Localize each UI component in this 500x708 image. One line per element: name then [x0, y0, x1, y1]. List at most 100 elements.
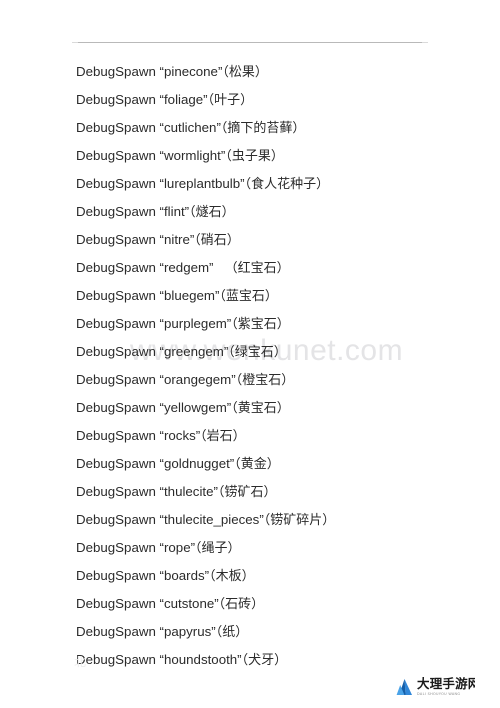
command-item-id: “houndstooth”: [159, 652, 242, 667]
command-item-gloss: （食人花种子）: [244, 177, 330, 192]
command-line: DebugSpawn “nitre”（硝石）: [76, 226, 476, 254]
command-keyword: DebugSpawn: [76, 596, 156, 611]
command-item-gloss: （石砖）: [218, 597, 265, 612]
command-item-id: “flint”: [159, 204, 190, 219]
command-keyword: DebugSpawn: [76, 120, 156, 135]
command-line: DebugSpawn “bluegem”（蓝宝石）: [76, 282, 476, 310]
command-item-gloss: （黄宝石）: [231, 401, 290, 416]
command-line: DebugSpawn “redgem” （红宝石）: [76, 254, 476, 282]
command-keyword: DebugSpawn: [76, 148, 156, 163]
command-item-id: “cutstone”: [159, 596, 219, 611]
command-item-gloss: （犬牙）: [241, 653, 288, 668]
command-item-gloss: （木板）: [209, 569, 255, 584]
command-item-id: “rocks”: [159, 428, 201, 443]
command-keyword: DebugSpawn: [76, 92, 156, 107]
command-line: DebugSpawn “goldnugget”（黄金）: [76, 450, 476, 478]
command-line: DebugSpawn “yellowgem”（黄宝石）: [76, 394, 476, 422]
badge-filler: [475, 674, 497, 700]
command-line: DebugSpawn “thulecite”（铹矿石）: [76, 478, 476, 506]
command-item-id: “wormlight”: [159, 148, 226, 163]
command-keyword: DebugSpawn: [76, 568, 156, 583]
command-line: DebugSpawn “orangegem”（橙宝石）: [76, 366, 476, 394]
command-line: DebugSpawn “houndstooth”（犬牙）: [76, 646, 476, 674]
command-keyword: DebugSpawn: [76, 232, 156, 247]
top-divider: [72, 42, 428, 43]
command-item-gloss: （紫宝石）: [231, 317, 290, 332]
command-keyword: DebugSpawn: [76, 456, 156, 471]
mountain-logo-icon: [396, 678, 413, 696]
command-line: DebugSpawn “thulecite_pieces”（铹矿碎片）: [76, 506, 476, 534]
command-item-gloss: （纸）: [215, 625, 249, 640]
command-keyword: DebugSpawn: [76, 484, 156, 499]
command-keyword: DebugSpawn: [76, 64, 156, 79]
command-line: DebugSpawn “lureplantbulb”（食人花种子）: [76, 170, 476, 198]
divider-left-cap: [72, 42, 78, 43]
command-item-id: “goldnugget”: [159, 456, 235, 471]
command-line: DebugSpawn “flint”（燧石）: [76, 198, 476, 226]
command-keyword: DebugSpawn: [76, 652, 156, 667]
command-item-id: “pinecone”: [159, 64, 223, 79]
command-item-gloss: （红宝石）: [224, 261, 290, 276]
divider-right-cap: [422, 42, 428, 43]
document-page: www.wenkunet.com DebugSpawn “pinecone”（松…: [0, 0, 500, 708]
command-item-id: “lureplantbulb”: [159, 176, 245, 191]
site-name: 大理手游网: [417, 676, 481, 692]
command-item-gloss: （绳子）: [195, 541, 241, 556]
site-name-pinyin: DALI SHOUYOU WANG: [417, 691, 461, 696]
site-badge[interactable]: 大理手游网 DALI SHOUYOU WANG: [393, 674, 497, 700]
command-keyword: DebugSpawn: [76, 372, 156, 387]
command-item-id: “purplegem”: [159, 316, 232, 331]
command-line: DebugSpawn “pinecone”（松果）: [76, 58, 476, 86]
command-keyword: DebugSpawn: [76, 176, 156, 191]
command-item-gloss: （蓝宝石）: [219, 289, 278, 304]
command-item-id: “thulecite_pieces”: [159, 512, 264, 527]
command-keyword: DebugSpawn: [76, 540, 156, 555]
command-line: DebugSpawn “purplegem”（紫宝石）: [76, 310, 476, 338]
command-item-id: “greengem”: [159, 344, 229, 359]
badge-text-group: 大理手游网 DALI SHOUYOU WANG: [417, 678, 481, 696]
command-item-gloss: （硝石）: [194, 233, 240, 248]
command-item-gloss: （叶子）: [207, 93, 254, 108]
command-line: DebugSpawn “papyrus”（纸）: [76, 618, 476, 646]
command-item-gloss: （铹矿碎片）: [263, 513, 336, 528]
command-item-id: “redgem”: [159, 260, 214, 275]
command-item-gloss: （松果）: [222, 65, 268, 80]
command-keyword: DebugSpawn: [76, 204, 156, 219]
command-item-id: “foliage”: [159, 92, 208, 107]
command-item-id: “rope”: [159, 540, 196, 555]
command-keyword: DebugSpawn: [76, 428, 156, 443]
command-item-id: “nitre”: [159, 232, 195, 247]
command-keyword: DebugSpawn: [76, 288, 156, 303]
command-item-gloss: （绿宝石）: [228, 345, 287, 360]
debugspawn-command-list: DebugSpawn “pinecone”（松果） DebugSpawn “fol…: [76, 58, 476, 674]
command-item-id: “bluegem”: [159, 288, 220, 303]
command-keyword: DebugSpawn: [76, 316, 156, 331]
command-keyword: DebugSpawn: [76, 400, 156, 415]
command-line: DebugSpawn “rocks”（岩石）: [76, 422, 476, 450]
command-item-gloss: （摘下的苔藓）: [220, 121, 306, 136]
command-item-gloss: （黄金）: [234, 457, 280, 472]
command-spacer: [214, 260, 225, 275]
command-keyword: DebugSpawn: [76, 624, 156, 639]
command-line: DebugSpawn “foliage”（叶子）: [76, 86, 476, 114]
command-item-gloss: （虫子果）: [225, 149, 284, 164]
command-line: DebugSpawn “rope”（绳子）: [76, 534, 476, 562]
command-item-id: “yellowgem”: [159, 400, 232, 415]
command-item-id: “boards”: [159, 568, 210, 583]
command-item-id: “papyrus”: [159, 624, 216, 639]
command-item-id: “thulecite”: [159, 484, 218, 499]
command-keyword: DebugSpawn: [76, 260, 156, 275]
command-item-gloss: （铹矿石）: [217, 485, 277, 500]
command-keyword: DebugSpawn: [76, 512, 156, 527]
command-item-gloss: （橙宝石）: [235, 373, 295, 388]
command-keyword: DebugSpawn: [76, 344, 156, 359]
command-line: DebugSpawn “cutstone”（石砖）: [76, 590, 476, 618]
command-item-gloss: （燧石）: [189, 205, 235, 220]
command-line: DebugSpawn “cutlichen”（摘下的苔藓）: [76, 114, 476, 142]
command-item-id: “cutlichen”: [159, 120, 221, 135]
corner-mark: 北: [74, 655, 87, 669]
command-line: DebugSpawn “greengem”（绿宝石）: [76, 338, 476, 366]
command-line: DebugSpawn “wormlight”（虫子果）: [76, 142, 476, 170]
command-item-id: “orangegem”: [159, 372, 236, 387]
command-line: DebugSpawn “boards”（木板）: [76, 562, 476, 590]
